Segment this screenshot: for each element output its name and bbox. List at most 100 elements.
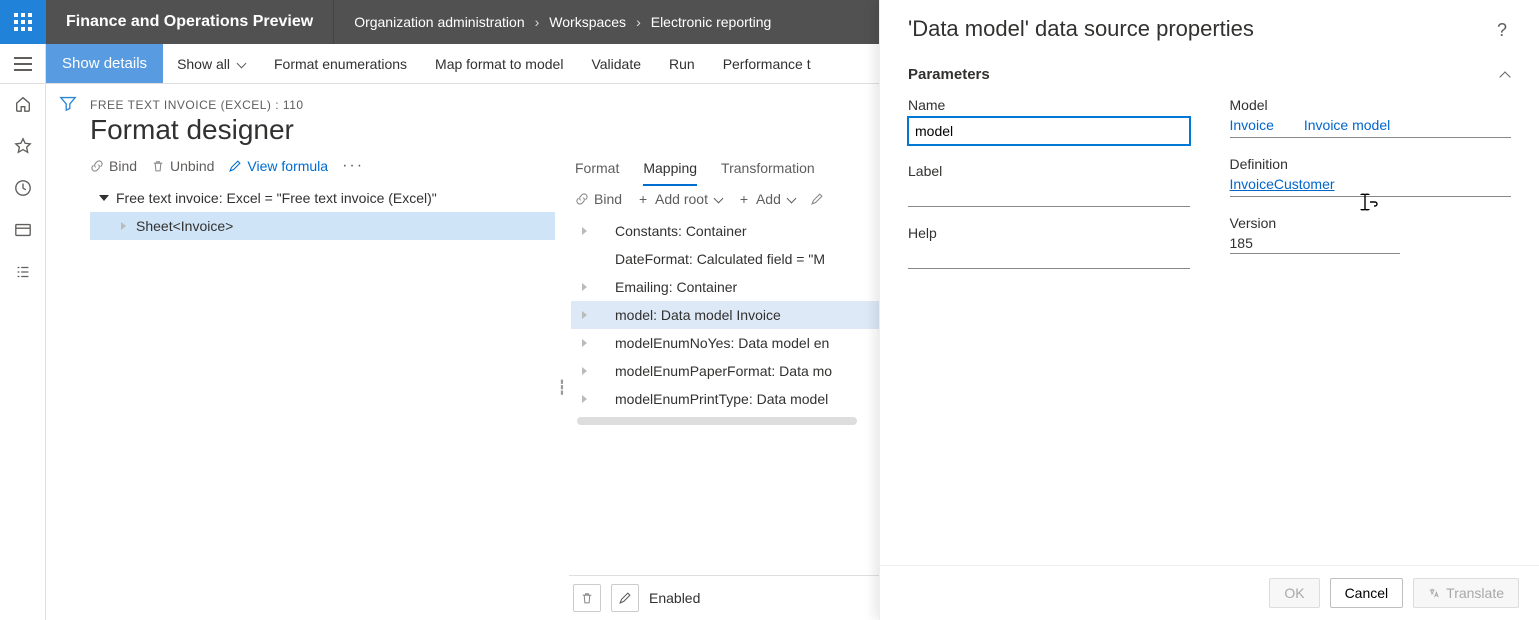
translate-button[interactable]: Translate bbox=[1413, 578, 1519, 608]
tab-transformation[interactable]: Transformation bbox=[721, 154, 815, 186]
delete-button[interactable] bbox=[573, 584, 601, 612]
toolbar-label: Validate bbox=[591, 56, 641, 72]
toolbar-run[interactable]: Run bbox=[655, 44, 709, 84]
bind-button[interactable]: Bind bbox=[90, 158, 137, 174]
model-value-link[interactable]: Invoice bbox=[1230, 117, 1274, 133]
toolbar-format-enums[interactable]: Format enumerations bbox=[260, 44, 421, 84]
view-formula-button[interactable]: View formula bbox=[228, 158, 328, 174]
nav-sidebar bbox=[0, 84, 46, 620]
toolbar-label: Performance t bbox=[723, 56, 811, 72]
cancel-label: Cancel bbox=[1345, 585, 1389, 601]
chevron-up-icon bbox=[1499, 69, 1511, 81]
name-input[interactable] bbox=[908, 117, 1190, 145]
tree-node-label: DateFormat: Calculated field = "M bbox=[597, 251, 825, 267]
toolbar-map-format[interactable]: Map format to model bbox=[421, 44, 577, 84]
breadcrumb-item[interactable]: Organization administration bbox=[354, 14, 524, 30]
version-label: Version bbox=[1230, 215, 1512, 231]
toolbar-label: Map format to model bbox=[435, 56, 563, 72]
label-label: Label bbox=[908, 163, 1190, 179]
trash-icon bbox=[151, 159, 165, 173]
tab-label: Format bbox=[575, 160, 619, 176]
format-tree: Free text invoice: Excel = "Free text in… bbox=[90, 184, 555, 240]
tree-node-label: Sheet<Invoice> bbox=[136, 218, 233, 234]
ok-button[interactable]: OK bbox=[1269, 578, 1319, 608]
hamburger-icon bbox=[14, 57, 32, 71]
caret-right-icon bbox=[579, 393, 591, 405]
tree-node-label: Emailing: Container bbox=[597, 279, 737, 295]
unbind-label: Unbind bbox=[170, 158, 214, 174]
version-value: 185 bbox=[1230, 235, 1253, 251]
toolbar-performance[interactable]: Performance t bbox=[709, 44, 825, 84]
tree-node-label: modelEnumPrintType: Data model bbox=[597, 391, 828, 407]
filter-icon[interactable] bbox=[59, 94, 77, 620]
breadcrumb-item[interactable]: Electronic reporting bbox=[651, 14, 772, 30]
pencil-icon[interactable] bbox=[810, 192, 824, 206]
home-icon[interactable] bbox=[13, 94, 33, 114]
filter-column bbox=[46, 84, 90, 620]
add-root-button[interactable]: + Add root bbox=[636, 191, 723, 207]
pencil-icon bbox=[228, 159, 242, 173]
properties-panel: 'Data model' data source properties ? Pa… bbox=[879, 0, 1539, 620]
label-input[interactable] bbox=[908, 183, 1190, 207]
tab-mapping[interactable]: Mapping bbox=[643, 154, 697, 186]
help-icon[interactable]: ? bbox=[1497, 18, 1511, 41]
edit-button[interactable] bbox=[611, 584, 639, 612]
caret-right-icon bbox=[118, 220, 130, 232]
caret-down-icon bbox=[98, 192, 110, 204]
model-link[interactable]: Invoice model bbox=[1304, 117, 1390, 133]
page-body: FREE TEXT INVOICE (EXCEL) : 110 Format d… bbox=[0, 84, 1539, 620]
show-details-button[interactable]: Show details bbox=[46, 44, 163, 83]
horizontal-scrollbar[interactable] bbox=[577, 417, 857, 425]
tree-node-label: model: Data model Invoice bbox=[597, 307, 781, 323]
definition-link[interactable]: InvoiceCustomer bbox=[1230, 176, 1335, 192]
cancel-button[interactable]: Cancel bbox=[1330, 578, 1404, 608]
chevron-right-icon: › bbox=[535, 14, 540, 30]
bind-button[interactable]: Bind bbox=[575, 191, 622, 207]
unbind-button[interactable]: Unbind bbox=[151, 158, 214, 174]
panel-title: 'Data model' data source properties bbox=[908, 16, 1254, 42]
tree-node-label: modelEnumPaperFormat: Data mo bbox=[597, 363, 832, 379]
clock-icon[interactable] bbox=[13, 178, 33, 198]
product-name: Finance and Operations Preview bbox=[46, 0, 334, 44]
caret-right-icon bbox=[579, 337, 591, 349]
show-details-label: Show details bbox=[62, 55, 147, 72]
toolbar-validate[interactable]: Validate bbox=[577, 44, 655, 84]
caret-right-icon bbox=[579, 309, 591, 321]
add-root-label: Add root bbox=[655, 191, 708, 207]
list-icon[interactable] bbox=[13, 262, 33, 282]
splitter[interactable]: ┇ bbox=[555, 154, 569, 620]
toolbar-show-all[interactable]: Show all bbox=[163, 44, 260, 84]
chevron-right-icon: › bbox=[636, 14, 641, 30]
help-label: Help bbox=[908, 225, 1190, 241]
bind-label: Bind bbox=[109, 158, 137, 174]
add-button[interactable]: + Add bbox=[737, 191, 796, 207]
nav-toggle[interactable] bbox=[0, 44, 46, 83]
tree-node-root[interactable]: Free text invoice: Excel = "Free text in… bbox=[90, 184, 555, 212]
caret-right-icon bbox=[579, 281, 591, 293]
module-icon[interactable] bbox=[13, 220, 33, 240]
app-launcher-button[interactable] bbox=[0, 0, 46, 44]
name-label: Name bbox=[908, 97, 1190, 113]
view-formula-label: View formula bbox=[247, 158, 328, 174]
star-icon[interactable] bbox=[13, 136, 33, 156]
panel-footer: OK Cancel Translate bbox=[880, 565, 1539, 620]
waffle-icon bbox=[14, 13, 32, 31]
tab-format[interactable]: Format bbox=[575, 154, 619, 186]
definition-label: Definition bbox=[1230, 156, 1512, 172]
breadcrumb-item[interactable]: Workspaces bbox=[549, 14, 626, 30]
caret-right-icon bbox=[579, 225, 591, 237]
toolbar-label: Show all bbox=[177, 56, 230, 72]
section-header-parameters[interactable]: Parameters bbox=[908, 58, 1511, 91]
add-label: Add bbox=[756, 191, 781, 207]
plus-icon: + bbox=[737, 192, 751, 206]
translate-label: Translate bbox=[1446, 585, 1504, 601]
link-icon bbox=[575, 192, 589, 206]
translate-icon bbox=[1428, 587, 1440, 599]
format-tree-panel: Bind Unbind View formula ··· Fr bbox=[90, 154, 555, 620]
tree-node-child[interactable]: Sheet<Invoice> bbox=[90, 212, 555, 240]
help-input[interactable] bbox=[908, 245, 1190, 269]
section-title: Parameters bbox=[908, 66, 990, 83]
more-icon[interactable]: ··· bbox=[342, 158, 364, 174]
chevron-down-icon bbox=[713, 194, 723, 204]
tree-node-label: Free text invoice: Excel = "Free text in… bbox=[116, 190, 437, 206]
